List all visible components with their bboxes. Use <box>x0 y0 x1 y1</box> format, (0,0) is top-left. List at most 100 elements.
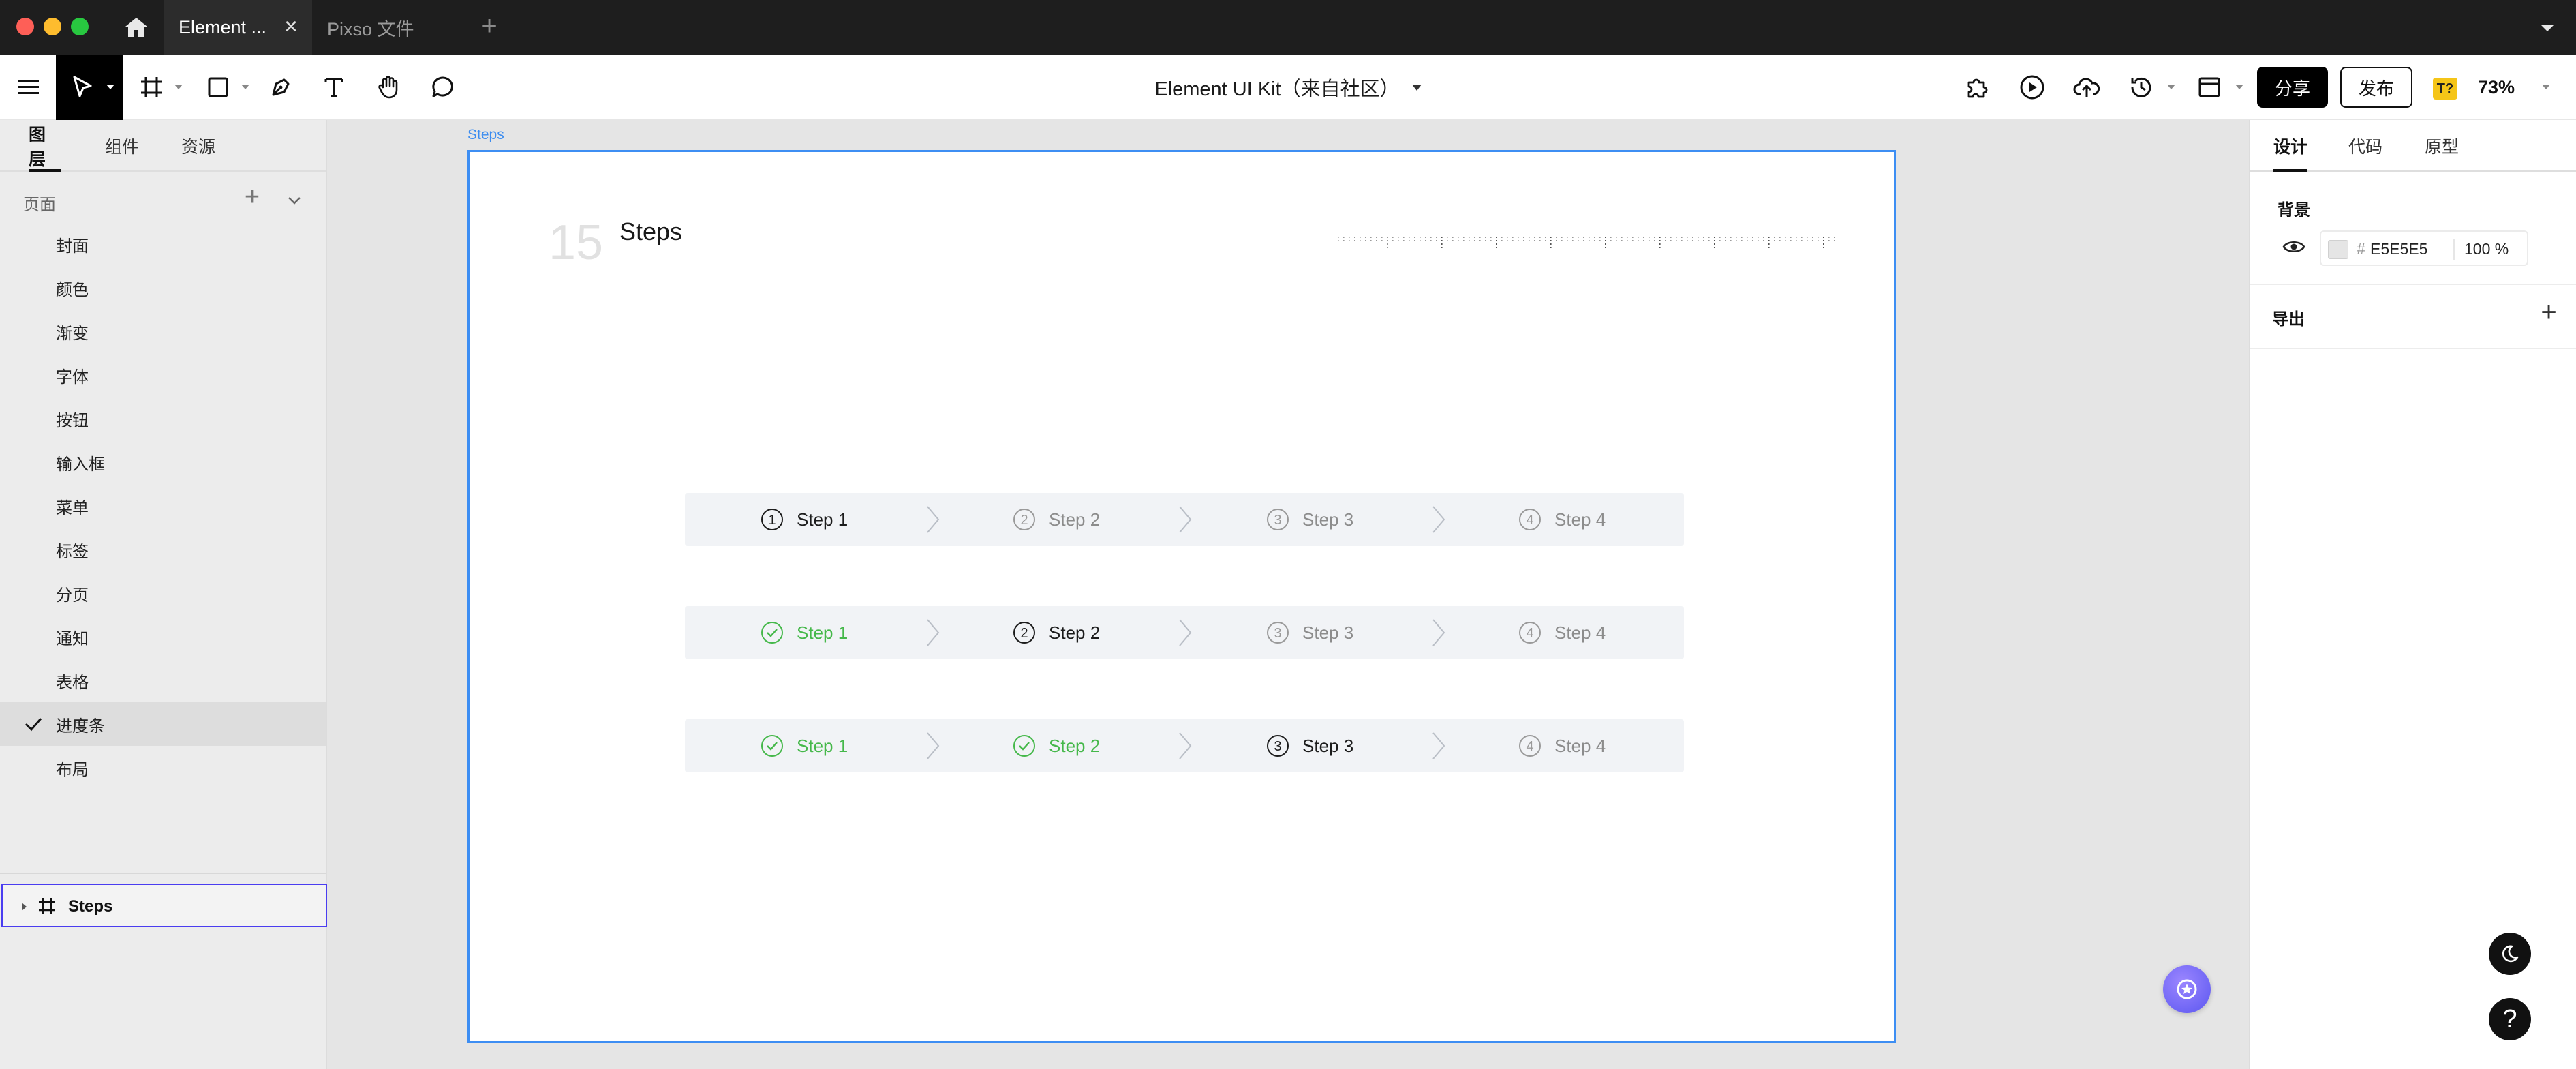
layout-dropdown-icon[interactable] <box>2235 85 2243 89</box>
new-tab-button[interactable]: + <box>474 12 504 42</box>
chevron-right-icon <box>1179 732 1192 759</box>
step-label: Step 4 <box>1554 735 1606 756</box>
collapse-pages-button[interactable] <box>281 187 308 214</box>
page-item[interactable]: 标签 <box>0 528 326 571</box>
zoom-dropdown-icon[interactable] <box>2542 85 2550 89</box>
present-button[interactable] <box>2010 55 2054 120</box>
step-item[interactable]: 3 Step 3 <box>1266 719 1353 772</box>
page-item[interactable]: 表格 <box>0 659 326 702</box>
opacity-input[interactable]: 100 % <box>2464 240 2509 258</box>
step-item[interactable]: 4 Step 4 <box>1518 493 1606 546</box>
assistant-button[interactable] <box>2163 965 2211 1013</box>
tab-design[interactable]: 设计 <box>2273 120 2307 172</box>
toggle-visibility-button[interactable] <box>2282 237 2306 256</box>
page-item[interactable]: 输入框 <box>0 440 326 484</box>
window-minimize-button[interactable] <box>44 18 61 35</box>
hex-value-input[interactable]: E5E5E5 <box>2370 240 2427 258</box>
history-dropdown-icon[interactable] <box>2167 85 2175 89</box>
ruler-dot <box>1785 237 1786 238</box>
share-button[interactable]: 分享 <box>2257 67 2328 108</box>
theme-toggle-button[interactable] <box>2489 933 2531 975</box>
main-menu-button[interactable] <box>10 55 48 120</box>
move-tool-dropdown-icon[interactable] <box>106 85 114 89</box>
comment-tool-button[interactable] <box>421 55 465 120</box>
page-item[interactable]: 颜色 <box>0 266 326 310</box>
tab-prototype[interactable]: 原型 <box>2425 120 2459 172</box>
ruler-dot <box>1441 243 1443 245</box>
plugins-button[interactable] <box>1956 55 1999 120</box>
ruler-dot <box>1768 247 1770 248</box>
page-item[interactable]: 字体 <box>0 353 326 397</box>
frame-tool-button[interactable] <box>129 55 184 120</box>
tab-assets[interactable]: 资源 <box>181 120 215 172</box>
panel-layout-button[interactable] <box>2188 55 2245 120</box>
window-maximize-button[interactable] <box>71 18 89 35</box>
expand-caret-icon[interactable] <box>22 903 27 911</box>
page-item[interactable]: 按钮 <box>0 397 326 440</box>
step-item[interactable]: 1 Step 1 <box>760 493 848 546</box>
tab-layers[interactable]: 图层 <box>29 120 61 172</box>
ruler-dot <box>1741 240 1743 241</box>
page-item[interactable]: 菜单 <box>0 484 326 528</box>
step-item[interactable]: 2 Step 2 <box>1012 493 1100 546</box>
ruler-dot <box>1360 237 1361 238</box>
add-page-button[interactable]: + <box>239 184 266 211</box>
chevron-right-icon <box>1432 506 1445 533</box>
step-item[interactable]: 4 Step 4 <box>1518 606 1606 659</box>
step-item[interactable]: 4 Step 4 <box>1518 719 1606 772</box>
text-tool-button[interactable] <box>313 55 354 120</box>
step-item[interactable]: 3 Step 3 <box>1266 606 1353 659</box>
steps-frame[interactable]: 15 Steps 1 Step 1 2 Step 2 3 Step 3 4 Step 4 St… <box>467 150 1896 1043</box>
color-swatch[interactable] <box>2328 240 2348 259</box>
pen-tool-button[interactable] <box>260 55 301 120</box>
page-list: 封面 颜色 渐变 字体 按钮 输入框 菜单 标签 分页 通知 表格 进度条布局 <box>0 222 326 789</box>
canvas[interactable]: Steps 15 Steps 1 Step 1 2 Step 2 3 Step 3 4 Ste… <box>327 120 2249 1069</box>
home-button[interactable] <box>117 12 155 42</box>
file-tab-label: Element ... <box>179 16 267 37</box>
step-number: 3 <box>1274 513 1281 528</box>
page-item-label: 布局 <box>56 760 89 779</box>
tab-components[interactable]: 组件 <box>105 120 139 172</box>
step-item[interactable]: Step 1 <box>760 719 848 772</box>
file-tab[interactable]: Pixso 文件 <box>312 0 455 55</box>
step-item[interactable]: 3 Step 3 <box>1266 493 1353 546</box>
hand-icon <box>378 76 398 99</box>
step-item[interactable]: 2 Step 2 <box>1012 606 1100 659</box>
step-item[interactable]: Step 2 <box>1012 719 1100 772</box>
add-export-button[interactable]: + <box>2535 299 2562 326</box>
page-item[interactable]: 渐变 <box>0 310 326 353</box>
rectangle-tool-button[interactable] <box>196 55 251 120</box>
ruler-dot <box>1807 240 1808 241</box>
missing-font-icon[interactable]: T? <box>2433 78 2457 100</box>
window-menu-button[interactable] <box>2535 16 2560 41</box>
ruler-dot <box>1430 237 1432 238</box>
help-button[interactable]: ? <box>2489 998 2531 1040</box>
version-history-button[interactable] <box>2119 55 2177 120</box>
shape-tool-dropdown-icon[interactable] <box>241 85 249 89</box>
window-close-button[interactable] <box>16 18 34 35</box>
file-tab-active[interactable]: Element ... ✕ <box>164 0 312 55</box>
move-tool-button[interactable] <box>56 55 123 120</box>
ruler-dot <box>1616 240 1617 241</box>
step-item[interactable]: Step 1 <box>760 606 848 659</box>
upload-button[interactable] <box>2065 55 2109 120</box>
layer-row-steps[interactable]: Steps <box>1 884 327 927</box>
ruler-dot <box>1398 240 1399 241</box>
page-item[interactable]: 通知 <box>0 615 326 659</box>
ruler-dot <box>1545 237 1546 238</box>
ruler-dot <box>1719 240 1721 241</box>
page-item[interactable]: 封面 <box>0 222 326 266</box>
frame-label[interactable]: Steps <box>467 127 504 143</box>
frame-tool-dropdown-icon[interactable] <box>174 85 183 89</box>
page-item[interactable]: 进度条 <box>0 702 326 746</box>
page-item[interactable]: 布局 <box>0 746 326 789</box>
background-fill-field[interactable]: # E5E5E5 100 % <box>2320 230 2528 266</box>
document-title[interactable]: Element UI Kit（来自社区） <box>1090 55 1486 120</box>
page-item[interactable]: 分页 <box>0 571 326 615</box>
tab-code[interactable]: 代码 <box>2348 120 2382 172</box>
rectangle-icon <box>208 77 228 97</box>
zoom-level[interactable]: 73% <box>2478 55 2515 120</box>
hand-tool-button[interactable] <box>368 55 409 120</box>
close-tab-icon[interactable]: ✕ <box>282 18 300 35</box>
publish-button[interactable]: 发布 <box>2340 67 2412 108</box>
